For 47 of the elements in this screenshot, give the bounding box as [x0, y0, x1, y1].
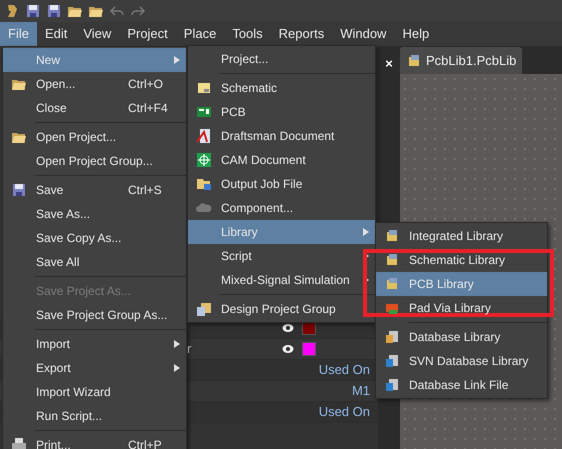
panel-text: M1 [352, 382, 370, 400]
menu-item[interactable]: Print... Ctrl+P [3, 433, 186, 449]
save-icon [25, 3, 41, 19]
visibility-eye-icon[interactable] [282, 323, 294, 333]
menu-item[interactable]: Run Script... [3, 404, 186, 428]
menu-item[interactable]: CAM Document [188, 148, 375, 172]
menu-item[interactable]: Open Project... [3, 125, 186, 149]
crosshair-grid-icon [196, 152, 212, 168]
printer-icon [11, 437, 27, 449]
circuit-board-icon [196, 104, 212, 120]
panel-text: r [187, 340, 192, 358]
menu-item[interactable]: Export [3, 356, 186, 380]
menu-item[interactable]: Component... [188, 196, 375, 220]
menu-item[interactable]: Open... Ctrl+O [3, 72, 186, 96]
menu-item[interactable]: PCB [188, 100, 375, 124]
menu-item[interactable]: Design Project Group [188, 297, 375, 321]
menu-item[interactable]: Save Copy As... [3, 226, 186, 250]
visibility-eye-icon[interactable] [282, 344, 294, 354]
drafting-document-icon [196, 128, 212, 144]
menu-bar-item[interactable]: Project [119, 22, 176, 46]
document-tab[interactable]: PcbLib1.PcbLib [400, 47, 522, 74]
tab-label: PcbLib1.PcbLib [426, 52, 516, 70]
menu-bar-item[interactable]: View [75, 22, 120, 46]
menu-item[interactable]: Save All [3, 250, 186, 274]
menu-bar-item[interactable]: Help [394, 22, 438, 46]
menu-item[interactable]: Project... [188, 47, 375, 71]
menu-bar-item[interactable]: Place [176, 22, 224, 46]
menu-item[interactable]: Import [3, 332, 186, 356]
menu-item[interactable]: Save As... [3, 202, 186, 226]
folder-document-icon [196, 176, 212, 192]
menu-item[interactable]: Schematic [188, 76, 375, 100]
save-all-icon [46, 3, 62, 19]
menu-bar-item[interactable]: Edit [36, 22, 76, 46]
panel-text: Used On [318, 361, 370, 380]
schematic-sheet-icon [196, 80, 212, 96]
menu-item[interactable]: Save Ctrl+S [3, 178, 186, 202]
menu-bar-item[interactable]: Tools [224, 22, 271, 46]
panel-text: Used On [318, 403, 370, 422]
menu-bar-item[interactable]: Reports [270, 22, 332, 46]
menu-bar-item[interactable]: Window [332, 22, 394, 46]
menu-item[interactable]: Close Ctrl+F4 [3, 96, 186, 120]
menu-item[interactable]: Open Project Group... [3, 149, 186, 173]
menu-item[interactable]: Import Wizard [3, 380, 186, 404]
menu-item[interactable]: Draftsman Document [188, 124, 375, 148]
menu-item[interactable]: Output Job File [188, 172, 375, 196]
layer-color-swatch[interactable] [302, 342, 316, 356]
menu-item[interactable]: Save Project Group As... [3, 303, 186, 327]
